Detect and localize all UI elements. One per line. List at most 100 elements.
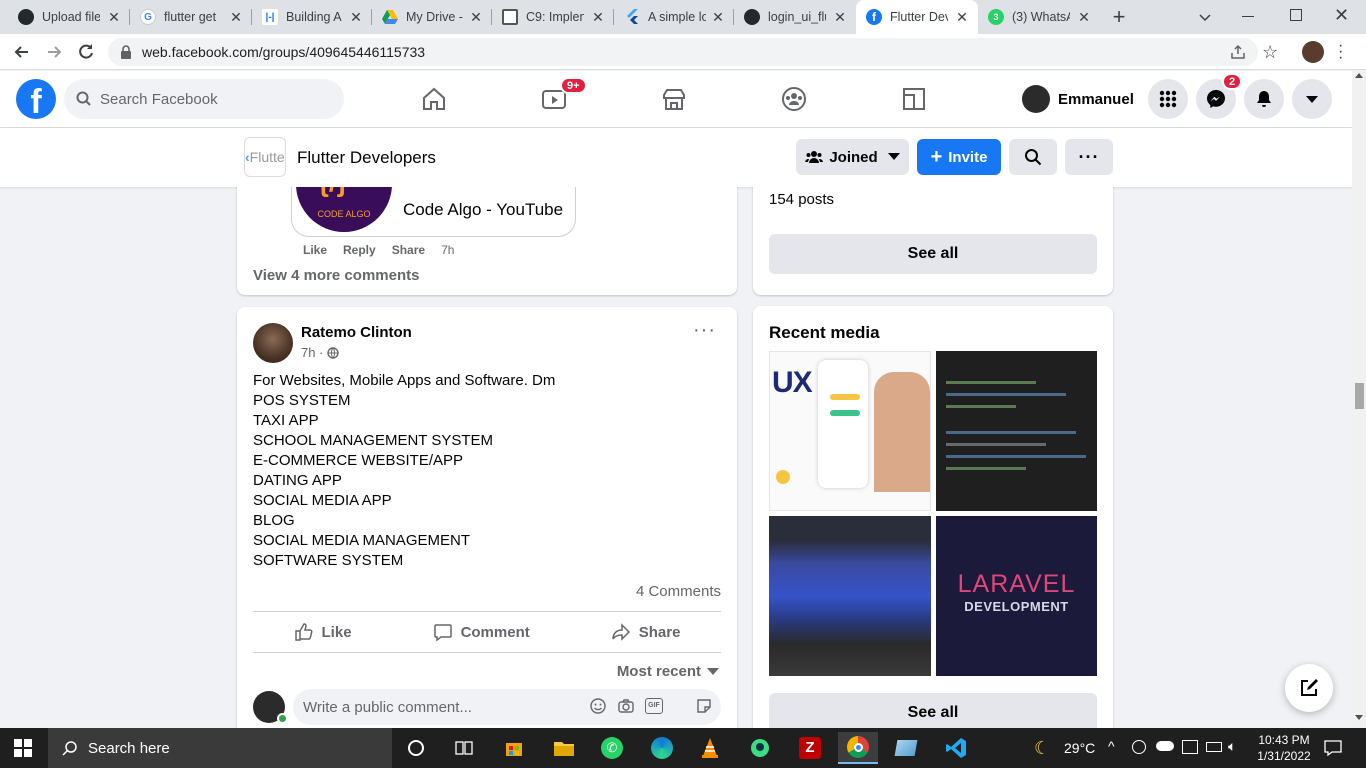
sticker-icon[interactable] xyxy=(695,697,713,715)
forward-icon[interactable] xyxy=(44,42,64,62)
group-more-button[interactable]: ··· xyxy=(1065,139,1113,175)
vlc-icon[interactable] xyxy=(690,732,730,764)
new-tab-icon[interactable]: + xyxy=(1108,6,1130,28)
edge-icon[interactable] xyxy=(642,732,682,764)
new-message-button[interactable] xyxy=(1285,664,1333,712)
comment-time[interactable]: 7h xyxy=(441,243,454,257)
comments-count[interactable]: 4 Comments xyxy=(636,583,721,600)
emoji-icon[interactable] xyxy=(589,697,607,715)
close-icon[interactable]: ✕ xyxy=(350,9,362,26)
camera-icon[interactable] xyxy=(617,697,635,715)
address-bar[interactable]: web.facebook.com/groups/409645446115733 xyxy=(108,38,1258,66)
comment-share-link[interactable]: Share xyxy=(392,243,425,257)
taskbar-clock[interactable]: 10:43 PM 1/31/2022 xyxy=(1252,732,1316,764)
media-thumbnail-laravel[interactable]: LARAVEL DEVELOPMENT xyxy=(936,516,1097,676)
lock-icon[interactable] xyxy=(120,45,132,59)
android-studio-icon[interactable] xyxy=(740,732,780,764)
facebook-logo-icon[interactable]: f xyxy=(16,79,56,119)
window-close-icon[interactable]: ✕ xyxy=(1334,5,1349,26)
whatsapp-taskbar-icon[interactable]: ✆ xyxy=(592,732,632,764)
profile-shortcut[interactable]: Emmanuel xyxy=(1022,83,1134,115)
media-thumbnail-code[interactable] xyxy=(936,351,1097,511)
post-time[interactable]: 7h · xyxy=(301,345,323,360)
tray-chevron-up-icon[interactable]: ^ xyxy=(1108,738,1115,754)
link-title[interactable]: Code Algo - YouTube xyxy=(403,200,563,220)
close-icon[interactable]: ✕ xyxy=(834,9,846,26)
restore-icon[interactable] xyxy=(1290,9,1302,21)
reload-icon[interactable] xyxy=(76,42,96,62)
close-icon[interactable]: ✕ xyxy=(108,9,120,26)
chrome-taskbar-icon[interactable] xyxy=(838,732,878,764)
gaming-nav-icon[interactable] xyxy=(894,81,934,117)
post-author[interactable]: Ratemo Clinton xyxy=(301,324,412,341)
taskbar-search-box[interactable]: Search here xyxy=(48,728,392,768)
marketplace-nav-icon[interactable] xyxy=(654,81,694,117)
onedrive-cloud-icon[interactable] xyxy=(1156,741,1174,751)
gif-icon[interactable]: GIF xyxy=(645,698,663,714)
weather-moon-icon[interactable]: ☾ xyxy=(1034,738,1050,759)
scroll-down-icon[interactable] xyxy=(1355,715,1363,720)
home-nav-icon[interactable] xyxy=(414,81,454,117)
task-view-icon[interactable] xyxy=(444,732,484,764)
close-icon[interactable]: ✕ xyxy=(1078,9,1090,26)
group-logo[interactable]: ‹ Flutte xyxy=(244,137,286,177)
close-icon[interactable]: ✕ xyxy=(712,9,724,26)
minimize-icon[interactable] xyxy=(1242,16,1254,17)
tab-login-ui[interactable]: login_ui_flu ✕ xyxy=(734,0,856,34)
tab-simple-login[interactable]: A simple lo ✕ xyxy=(614,0,734,34)
volume-icon[interactable]: 🔈︎ xyxy=(1228,738,1236,755)
app-window-icon[interactable] xyxy=(886,732,926,764)
vscode-icon[interactable] xyxy=(936,732,976,764)
comment-like-link[interactable]: Like xyxy=(303,243,327,257)
tray-monitor-icon[interactable] xyxy=(1182,740,1198,754)
share-icon[interactable] xyxy=(1230,44,1246,60)
scroll-up-icon[interactable] xyxy=(1355,73,1363,78)
weather-temperature[interactable]: 29°C xyxy=(1064,740,1095,756)
notifications-bell-icon[interactable] xyxy=(1244,79,1284,119)
close-icon[interactable]: ✕ xyxy=(592,9,604,26)
tab-upload-file[interactable]: Upload file ✕ xyxy=(8,0,130,34)
invite-button[interactable]: + Invite xyxy=(917,139,1001,175)
page-scrollbar[interactable] xyxy=(1352,71,1366,728)
comment-reply-link[interactable]: Reply xyxy=(343,243,376,257)
close-icon[interactable]: ✕ xyxy=(956,9,968,26)
tray-app-icon[interactable] xyxy=(1132,740,1146,754)
share-button[interactable]: Share xyxy=(611,622,680,642)
filezilla-icon[interactable]: Z xyxy=(790,732,830,764)
store-icon[interactable] xyxy=(494,732,534,764)
tab-building[interactable]: |-| Building A ✕ xyxy=(252,0,372,34)
post-options-icon[interactable]: ··· xyxy=(693,319,716,342)
profile-avatar[interactable] xyxy=(1302,41,1324,63)
tab-c9[interactable]: C9: Implen ✕ xyxy=(492,0,614,34)
account-chevron-icon[interactable] xyxy=(1292,79,1332,119)
see-all-button[interactable]: See all xyxy=(769,234,1097,274)
comment-button[interactable]: Comment xyxy=(433,622,530,642)
groups-nav-icon[interactable] xyxy=(774,81,814,117)
windows-start-icon[interactable] xyxy=(14,739,32,757)
search-input[interactable]: Search Facebook xyxy=(64,79,344,119)
chrome-menu-icon[interactable]: · · · xyxy=(1338,38,1343,66)
back-icon[interactable] xyxy=(12,42,32,62)
view-more-comments-link[interactable]: View 4 more comments xyxy=(253,267,419,284)
file-explorer-icon[interactable] xyxy=(544,732,584,764)
url-text[interactable]: web.facebook.com/groups/409645446115733 xyxy=(142,44,425,60)
link-preview[interactable]: {/} CODE ALGO Code Algo - YouTube xyxy=(291,187,576,237)
tab-my-drive[interactable]: My Drive - ✕ xyxy=(372,0,492,34)
joined-button[interactable]: Joined xyxy=(796,139,909,175)
tab-whatsapp[interactable]: 3 (3) WhatsA ✕ xyxy=(978,0,1100,34)
notification-center-icon[interactable] xyxy=(1324,739,1342,757)
battery-icon[interactable] xyxy=(1206,742,1222,752)
comment-sort-dropdown[interactable]: Most recent xyxy=(617,663,719,680)
menu-grid-icon[interactable] xyxy=(1148,79,1188,119)
media-thumbnail-screen[interactable] xyxy=(769,516,931,676)
group-search-button[interactable] xyxy=(1009,139,1057,175)
close-icon[interactable]: ✕ xyxy=(230,9,242,26)
scrollbar-thumb[interactable] xyxy=(1355,383,1364,409)
cortana-icon[interactable] xyxy=(396,732,436,764)
media-thumbnail-ux[interactable]: UX xyxy=(769,351,931,511)
close-icon[interactable]: ✕ xyxy=(470,9,482,26)
tab-flutter-get[interactable]: G flutter get ✕ xyxy=(130,0,252,34)
bookmark-star-icon[interactable]: ☆ xyxy=(1262,42,1278,63)
like-button[interactable]: Like xyxy=(294,622,352,642)
tab-search-chevron-icon[interactable] xyxy=(1196,8,1214,26)
